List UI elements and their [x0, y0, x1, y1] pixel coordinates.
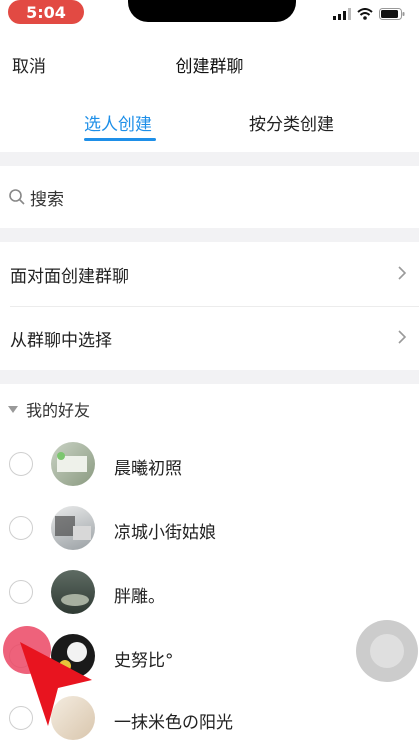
status-time: 5:04	[8, 0, 84, 24]
search-icon	[8, 188, 26, 206]
friends-section-header[interactable]: 我的好友	[8, 397, 90, 421]
avatar	[51, 506, 95, 550]
friend-name: 胖雕。	[114, 587, 165, 607]
select-radio[interactable]	[9, 452, 33, 476]
section-divider	[0, 370, 419, 384]
chevron-right-icon	[397, 262, 407, 287]
entry-label: 从群聊中选择	[10, 330, 112, 351]
tab-select-people[interactable]: 选人创建	[84, 110, 152, 135]
select-radio[interactable]	[9, 580, 33, 604]
wifi-icon	[357, 5, 373, 24]
search-input[interactable]: 搜索	[30, 185, 64, 210]
entry-label: 面对面创建群聊	[10, 266, 129, 287]
pointer-arrow-icon	[20, 642, 92, 726]
collapse-triangle-icon	[8, 405, 18, 413]
notch	[128, 0, 296, 22]
friend-row[interactable]: 凉城小街姑娘	[0, 496, 419, 560]
friend-name: 史努比°	[114, 651, 174, 671]
search-bar[interactable]: 搜索	[0, 166, 419, 228]
avatar	[51, 442, 95, 486]
select-radio[interactable]	[9, 516, 33, 540]
select-from-group-item[interactable]: 从群聊中选择	[0, 306, 419, 370]
section-divider	[0, 228, 419, 242]
friend-row[interactable]: 晨曦初照	[0, 432, 419, 496]
page-title: 创建群聊	[175, 57, 244, 77]
assistive-touch-inner	[370, 634, 404, 668]
avatar	[51, 570, 95, 614]
signal-icon	[333, 5, 351, 24]
friend-name: 凉城小街姑娘	[114, 523, 216, 543]
face-to-face-group-item[interactable]: 面对面创建群聊	[0, 242, 419, 306]
friend-row[interactable]: 胖雕。	[0, 560, 419, 624]
battery-icon	[379, 5, 405, 24]
status-icons	[333, 5, 405, 24]
section-divider	[0, 152, 419, 166]
chevron-right-icon	[397, 326, 407, 351]
tab-by-category[interactable]: 按分类创建	[249, 110, 334, 135]
friend-name: 一抹米色の阳光	[114, 713, 233, 733]
active-tab-indicator	[84, 138, 156, 141]
friend-name: 晨曦初照	[114, 459, 182, 479]
section-title: 我的好友	[26, 401, 91, 420]
